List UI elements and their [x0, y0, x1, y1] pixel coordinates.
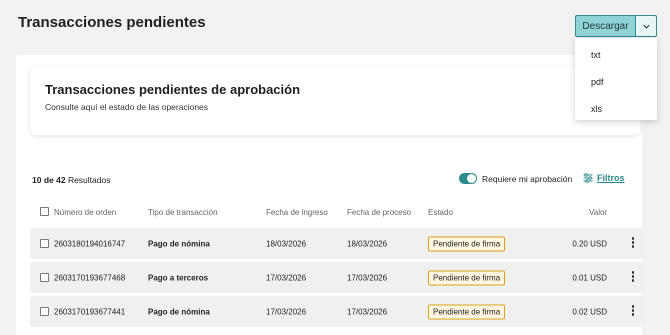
page-title: Transacciones pendientes	[18, 14, 206, 31]
approval-toggle: Requiere mi aprobación	[459, 173, 572, 184]
sliders-icon	[583, 173, 593, 183]
download-button-group: Descargar	[575, 15, 657, 37]
download-dropdown-toggle[interactable]	[635, 15, 657, 37]
chevron-down-icon	[642, 24, 650, 29]
download-menu: txt pdf xls	[575, 38, 657, 120]
download-option-txt[interactable]: txt	[575, 41, 657, 68]
transaction-type: Pago a terceros	[148, 273, 209, 282]
table-row[interactable]: 2603170193677468 Pago a terceros 17/03/2…	[30, 262, 644, 293]
transaction-value: 0.01 USD	[572, 273, 607, 282]
select-all-checkbox[interactable]	[40, 207, 49, 216]
transaction-type: Pago de nómina	[148, 239, 210, 248]
status-badge: Pendiente de firma	[428, 304, 506, 319]
process-date: 18/03/2026	[347, 239, 388, 248]
download-button[interactable]: Descargar	[575, 15, 635, 37]
column-header-order: Número de orden	[54, 208, 117, 217]
order-number: 2603170193677441	[54, 307, 126, 316]
row-checkbox[interactable]	[40, 273, 49, 282]
column-header-type: Tipo de transacción	[148, 208, 218, 217]
download-option-xls[interactable]: xls	[575, 95, 657, 122]
approval-card: Transacciones pendientes de aprobación C…	[30, 66, 640, 135]
approval-toggle-switch[interactable]	[459, 173, 477, 184]
transaction-value: 0.02 USD	[572, 307, 607, 316]
kebab-menu-icon[interactable]	[631, 305, 635, 318]
table-row[interactable]: 2603170193677441 Pago de nómina 17/03/20…	[30, 296, 644, 327]
entry-date: 17/03/2026	[266, 307, 307, 316]
order-number: 2603170193677468	[54, 273, 126, 282]
filters-link[interactable]: Filtros	[583, 173, 625, 183]
results-shown: 10 de 42	[32, 175, 66, 185]
column-header-process-date: Fecha de proceso	[347, 208, 412, 217]
status-badge: Pendiente de firma	[428, 270, 506, 285]
row-checkbox[interactable]	[40, 239, 49, 248]
entry-date: 17/03/2026	[266, 273, 307, 282]
column-header-value: Valor	[589, 208, 608, 217]
process-date: 17/03/2026	[347, 307, 388, 316]
process-date: 17/03/2026	[347, 273, 388, 282]
order-number: 2603180194016747	[54, 239, 126, 248]
column-header-entry-date: Fecha de ingreso	[266, 208, 328, 217]
toggle-knob	[467, 174, 476, 183]
row-checkbox[interactable]	[40, 307, 49, 316]
results-label: Resultados	[67, 175, 111, 185]
approval-card-subtitle: Consulte aquí el estado de las operacion…	[45, 102, 209, 112]
results-count: 10 de 42 Resultados	[32, 175, 110, 185]
transaction-type: Pago de nómina	[148, 307, 210, 316]
kebab-menu-icon[interactable]	[631, 237, 635, 250]
download-option-pdf[interactable]: pdf	[575, 68, 657, 95]
table-row[interactable]: 2603180194016747 Pago de nómina 18/03/20…	[30, 228, 644, 259]
approval-toggle-label: Requiere mi aprobación	[482, 173, 573, 184]
kebab-menu-icon[interactable]	[631, 271, 635, 284]
status-badge: Pendiente de firma	[428, 236, 506, 251]
column-header-status: Estado	[428, 208, 453, 217]
transaction-value: 0.20 USD	[572, 239, 607, 248]
filters-label: Filtros	[597, 173, 625, 183]
approval-card-title: Transacciones pendientes de aprobación	[45, 82, 301, 97]
entry-date: 18/03/2026	[266, 239, 307, 248]
